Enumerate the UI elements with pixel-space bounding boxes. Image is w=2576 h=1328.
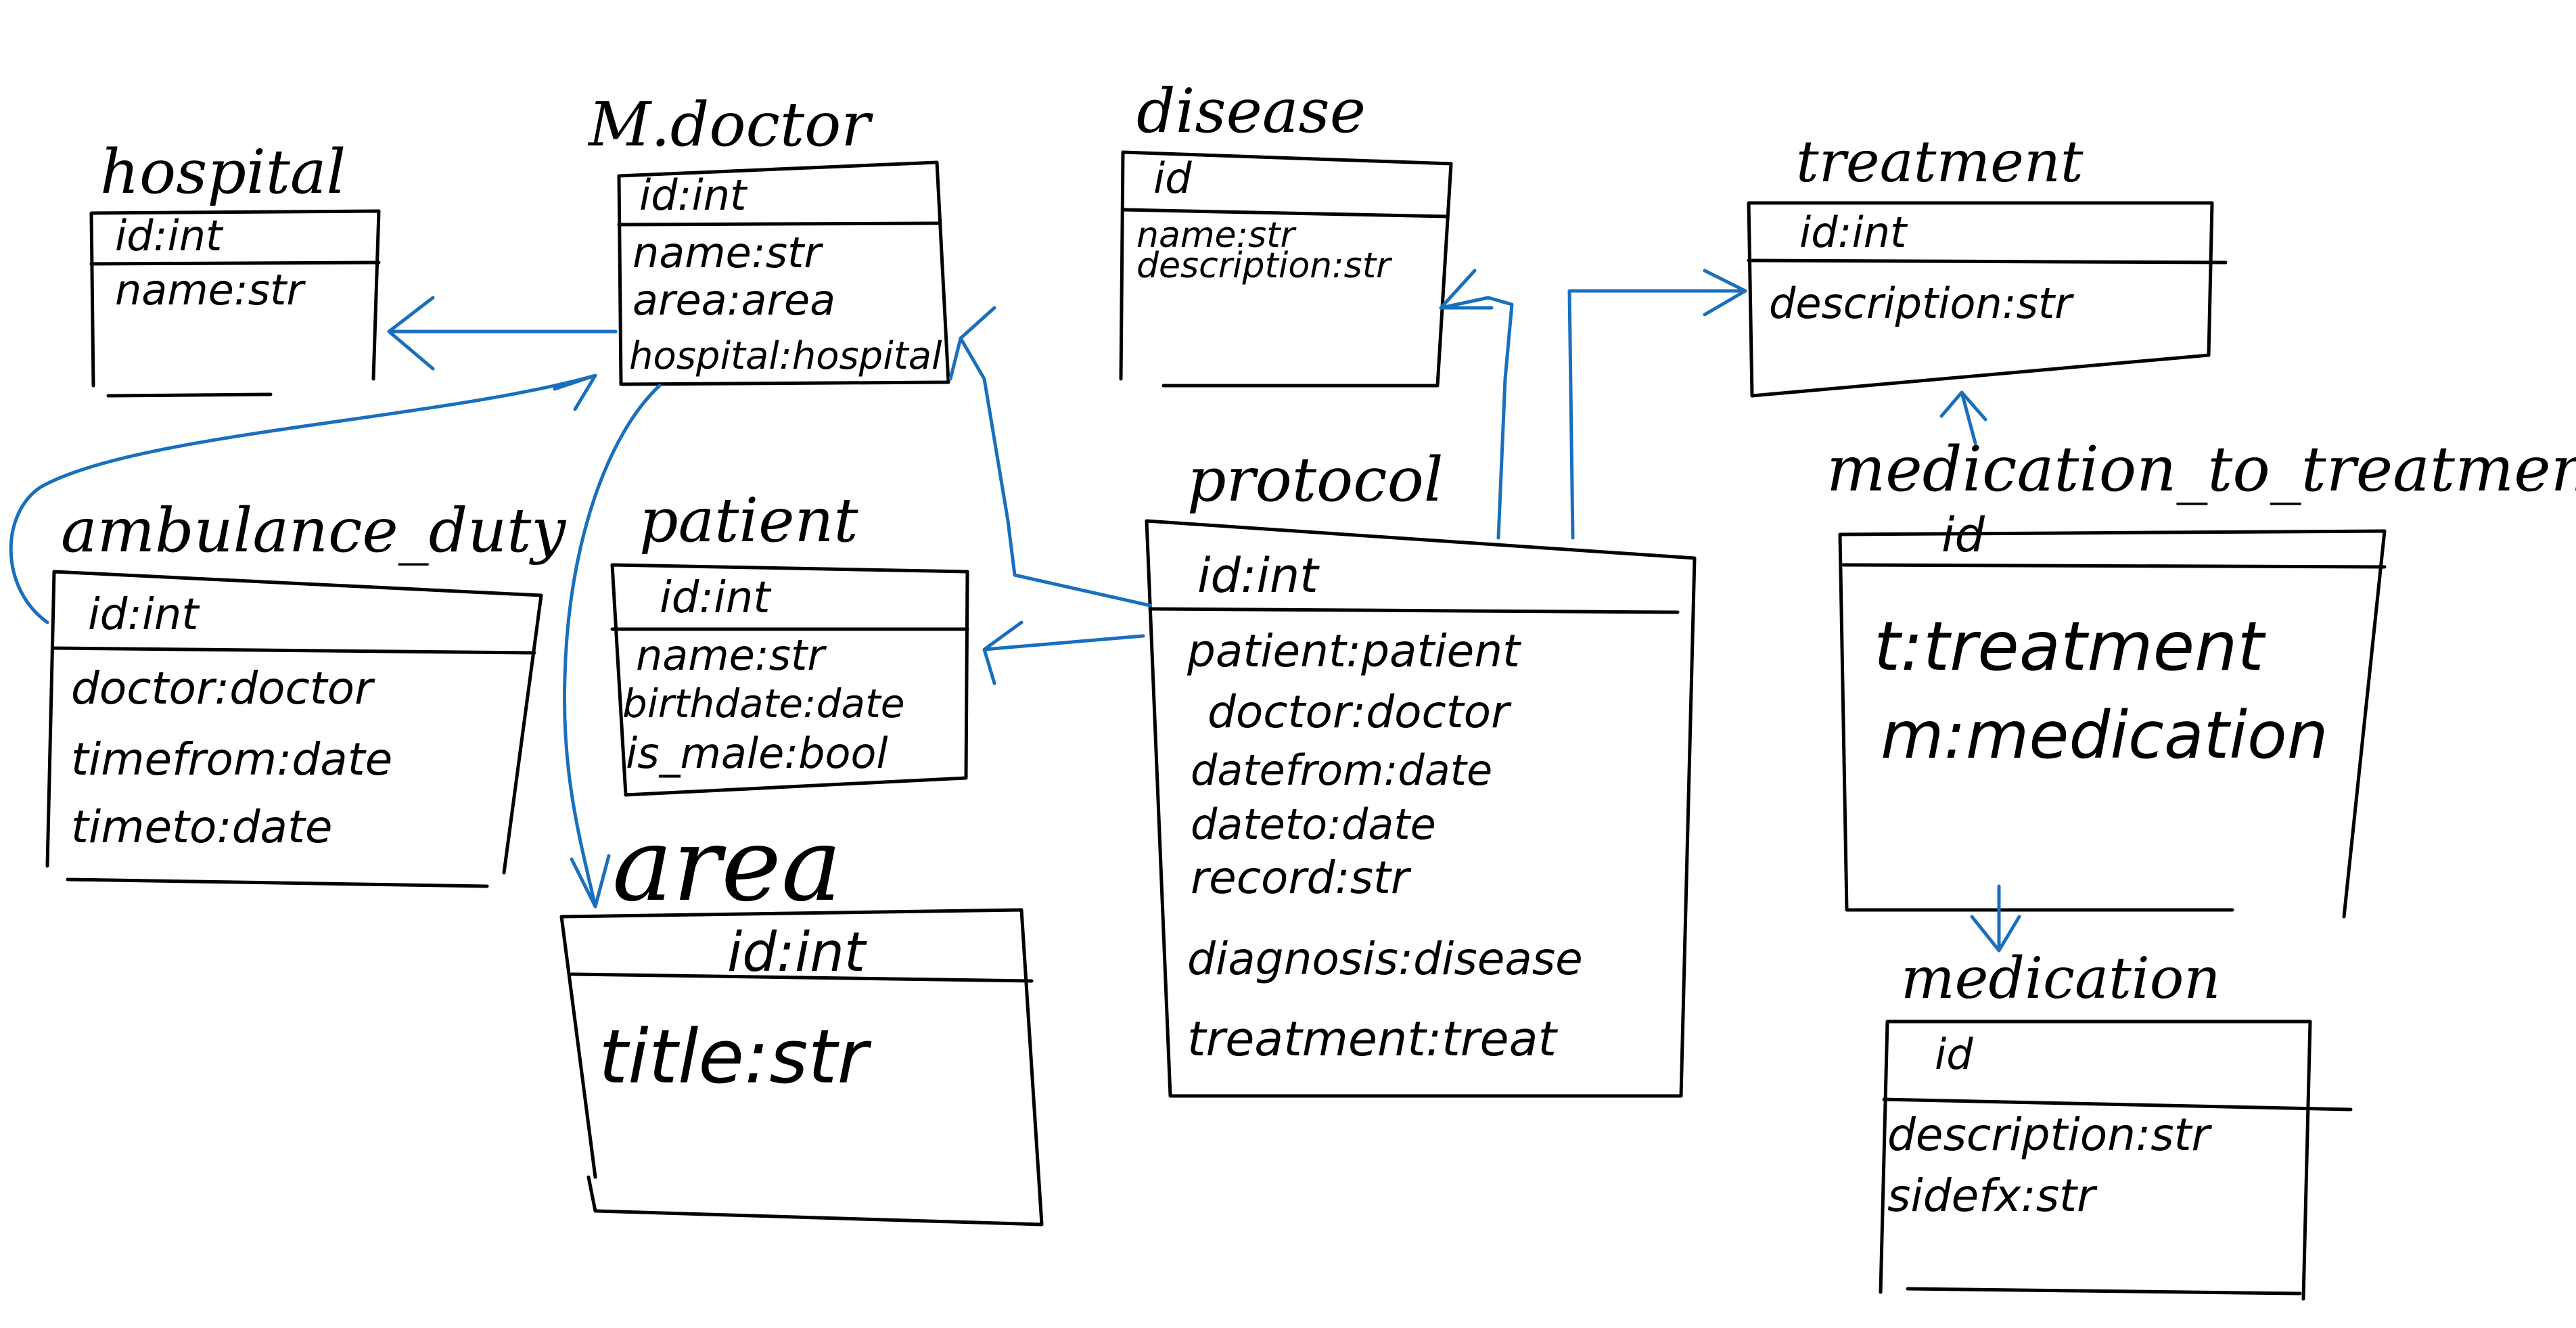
- field: id: [1941, 507, 1985, 563]
- header-divider: [1747, 258, 2228, 265]
- entity-m-doctor: M.doctor id:int name:str area:area hospi…: [587, 89, 950, 386]
- field: birthdate:date: [622, 681, 904, 727]
- field: description:str: [1769, 279, 2074, 328]
- field: record:str: [1191, 852, 1412, 904]
- field: dateto:date: [1191, 800, 1436, 849]
- header-divider: [52, 646, 536, 655]
- header-divider: [1841, 563, 2387, 569]
- field: doctor:doctor: [71, 662, 375, 714]
- entity-ambulance-duty: ambulance_duty id:int doctor:doctor time…: [45, 495, 566, 888]
- entity-protocol: protocol id:int patient:patient doctor:d…: [1145, 444, 1697, 1098]
- table-bottom: [106, 392, 273, 398]
- relation-arrow-doctor-hospital: [387, 296, 618, 371]
- field: id: [1935, 1030, 1973, 1079]
- field: is_male:bool: [626, 729, 888, 778]
- field: id:int: [639, 170, 748, 220]
- field: datefrom:date: [1191, 746, 1492, 795]
- entity-area: area id:int title:str: [559, 806, 1044, 1227]
- relation-arrow-protocol-disease: [1439, 269, 1514, 540]
- field: timeto:date: [71, 801, 332, 853]
- relation-arrow-protocol-patient: [982, 620, 1145, 685]
- relation-arrow-protocol-treatment: [1567, 269, 1747, 540]
- entity-title: protocol: [1187, 444, 1444, 516]
- relation-arrow-m2t-medication: [1970, 884, 2021, 953]
- header-divider: [617, 221, 942, 227]
- entity-treatment: treatment id:int description:str: [1747, 129, 2228, 398]
- entity-patient: patient id:int name:str birthdate:date i…: [610, 485, 969, 797]
- field: diagnosis:disease: [1187, 933, 1583, 985]
- field: timefrom:date: [71, 733, 392, 785]
- field: name:str: [636, 631, 827, 680]
- field: title:str: [599, 1013, 872, 1100]
- entity-title: M.doctor: [587, 89, 873, 160]
- field: sidefx:str: [1887, 1170, 2098, 1222]
- field: id:int: [727, 921, 867, 984]
- entity-title: medication_to_treatment: [1826, 433, 2576, 505]
- entity-hospital: hospital id:int name:str: [89, 137, 381, 398]
- field: hospital:hospital: [629, 334, 942, 378]
- field: area:area: [632, 275, 835, 325]
- field: t:treatment: [1874, 607, 2267, 686]
- field: treatment:treat: [1187, 1011, 1558, 1067]
- entity-title: patient: [639, 485, 858, 556]
- er-diagram-canvas: hospital id:int name:str M.doctor id:int…: [9, 76, 2576, 1301]
- entity-medication-to-treatment: medication_to_treatment id t:treatment m…: [1826, 433, 2576, 919]
- entity-disease: disease id name:str description:str: [1119, 76, 1453, 388]
- entity-title: disease: [1136, 76, 1366, 147]
- field: name:str: [632, 228, 823, 277]
- field: description:str: [1887, 1109, 2212, 1161]
- entity-title: area: [612, 806, 842, 924]
- entity-title: treatment: [1796, 129, 2084, 195]
- field: doctor:doctor: [1208, 686, 1512, 738]
- header-divider: [89, 260, 381, 266]
- field: m:medication: [1881, 697, 2328, 773]
- field: patient:patient: [1187, 625, 1521, 677]
- field: id: [1153, 154, 1192, 203]
- entity-title: hospital: [100, 137, 346, 208]
- entity-medication: medication id description:str sidefx:str: [1879, 945, 2353, 1301]
- field: id:int: [1197, 548, 1320, 603]
- header-divider: [1882, 1097, 2353, 1112]
- field: id:int: [88, 590, 200, 640]
- entity-title: ambulance_duty: [61, 495, 566, 566]
- field: name:str: [115, 265, 306, 315]
- header-divider: [1148, 607, 1680, 614]
- entity-title: medication: [1901, 945, 2220, 1011]
- field: id:int: [1799, 208, 1908, 257]
- field: id:int: [115, 211, 224, 260]
- field: description:str: [1136, 246, 1393, 286]
- field: id:int: [660, 573, 772, 623]
